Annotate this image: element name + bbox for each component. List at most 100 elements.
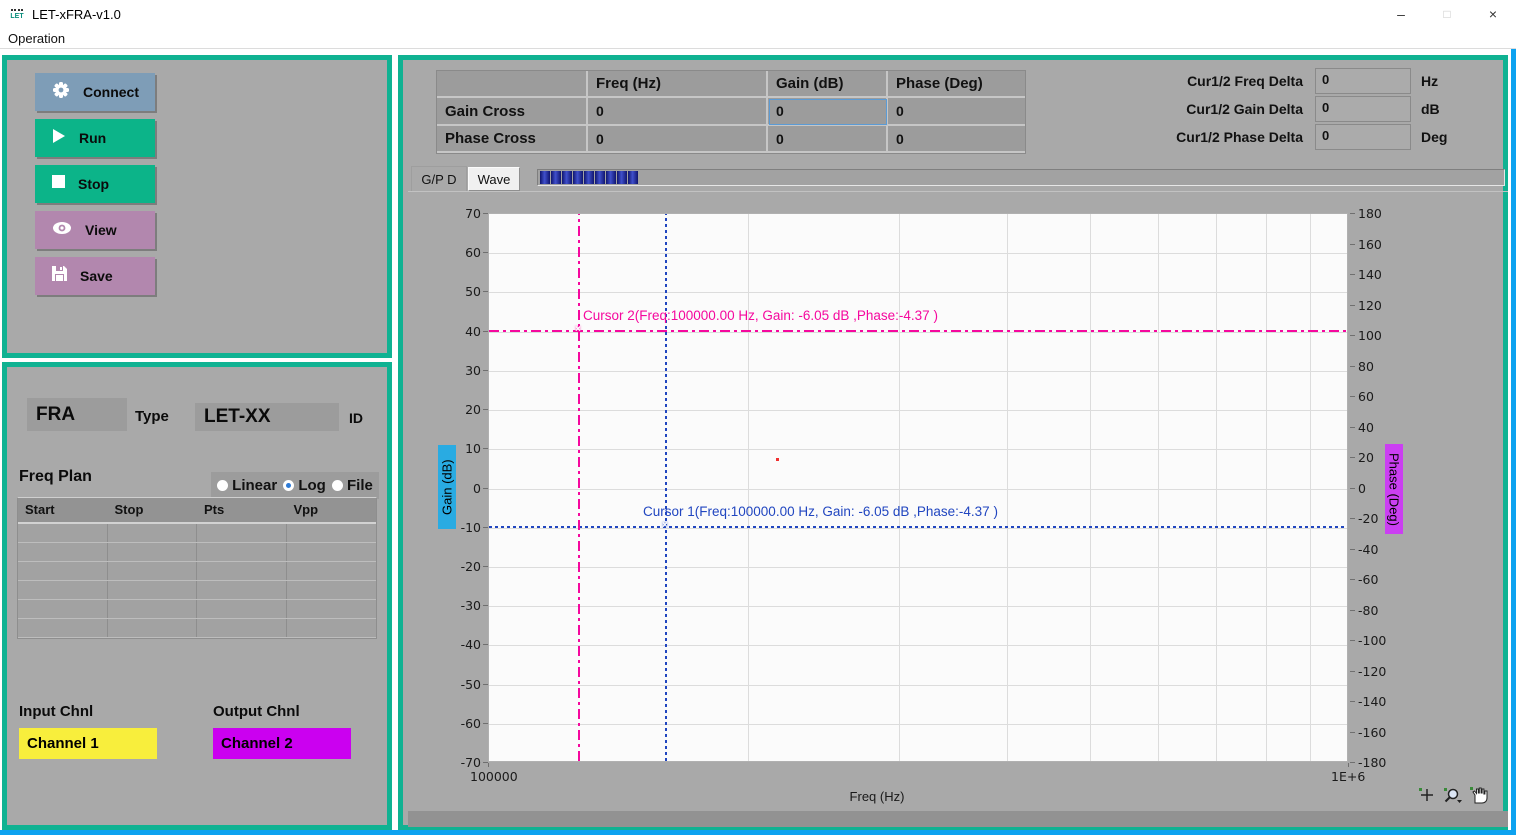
cross-table-row-label: Gain Cross: [437, 98, 588, 126]
freq-plan-cell[interactable]: [197, 543, 287, 561]
freq-plan-cell[interactable]: [18, 562, 108, 580]
freq-plan-cell[interactable]: [18, 619, 108, 637]
cursor-2-vline[interactable]: [578, 214, 580, 761]
device-type-field[interactable]: FRA: [27, 398, 127, 431]
cross-table-cell[interactable]: 0: [888, 98, 1025, 126]
zoom-tool-icon[interactable]: [1442, 786, 1464, 809]
floppy-icon: [52, 266, 67, 286]
h-gridline: [489, 449, 1347, 450]
freq-plan-cell[interactable]: [197, 581, 287, 599]
eye-icon: [52, 221, 72, 240]
stop-button[interactable]: Stop: [35, 165, 155, 203]
freq-plan-cell[interactable]: [108, 581, 198, 599]
freq-plan-cell[interactable]: [287, 562, 377, 580]
progress-segment: [617, 171, 627, 184]
cross-table-cell[interactable]: 0: [588, 126, 768, 153]
close-button[interactable]: ×: [1470, 0, 1516, 28]
freq-plan-cell[interactable]: [108, 619, 198, 637]
cross-table-col-header: Gain (dB): [768, 71, 888, 98]
freq-plan-cell[interactable]: [18, 543, 108, 561]
minimize-button[interactable]: –: [1378, 0, 1424, 28]
pan-tool-icon[interactable]: [1469, 786, 1489, 809]
freq-plan-cell[interactable]: [197, 619, 287, 637]
phase-tick-label: 60: [1358, 389, 1374, 404]
freq-plan-cell[interactable]: [287, 524, 377, 542]
freq-plan-cell[interactable]: [287, 619, 377, 637]
phase-tick-label: 20: [1358, 450, 1374, 465]
freq-plan-cell[interactable]: [287, 581, 377, 599]
freq-tick-mark: [488, 763, 489, 767]
phase-tick-mark: [1350, 762, 1355, 763]
tab-wave[interactable]: Wave: [468, 167, 520, 191]
gain-tick-label: -10: [445, 520, 481, 535]
device-id-field[interactable]: LET-XX: [195, 403, 339, 431]
freq-plan-cell[interactable]: [108, 562, 198, 580]
view-button[interactable]: View: [35, 211, 155, 249]
freq-plan-cell[interactable]: [287, 543, 377, 561]
freq-plan-cell[interactable]: [108, 524, 198, 542]
tab-gpd[interactable]: G/P D: [411, 166, 467, 192]
freq-plan-cell[interactable]: [287, 600, 377, 618]
freq-plan-row: [18, 600, 376, 619]
output-channel-selector[interactable]: Channel 2: [213, 728, 351, 759]
phase-tick-mark: [1350, 701, 1355, 702]
cross-table-cell[interactable]: 0: [588, 98, 768, 126]
cursor-1-hline[interactable]: [489, 526, 1347, 528]
v-gridline: [1090, 214, 1091, 761]
maximize-button[interactable]: □: [1424, 0, 1470, 28]
input-channel-selector[interactable]: Channel 1: [19, 728, 157, 759]
radio-linear[interactable]: Linear: [217, 477, 277, 494]
cross-table-cell[interactable]: 0: [768, 126, 888, 153]
cursor-marker[interactable]: ×: [662, 520, 668, 531]
gain-tick-mark: [483, 331, 488, 332]
phase-tick-label: 80: [1358, 359, 1374, 374]
cross-table-cell[interactable]: 0: [888, 126, 1025, 153]
freq-plan-cell[interactable]: [197, 524, 287, 542]
freq-plan-cell[interactable]: [18, 581, 108, 599]
crosshair-tool-icon[interactable]: [1417, 786, 1437, 809]
radio-dot-log: [283, 480, 294, 491]
freq-plan-cell[interactable]: [197, 562, 287, 580]
cross-table-corner: [437, 71, 588, 98]
freq-plan-cell[interactable]: [197, 600, 287, 618]
phase-tick-mark: [1350, 610, 1355, 611]
phase-tick-label: 0: [1358, 481, 1366, 496]
phase-tick-mark: [1350, 488, 1355, 489]
phase-axis-label[interactable]: Phase (Deg): [1385, 444, 1403, 534]
freq-plan-row: [18, 562, 376, 581]
freq-plan-cell[interactable]: [18, 524, 108, 542]
cursor-marker[interactable]: ×: [575, 324, 581, 335]
gain-tick-mark: [483, 409, 488, 410]
phase-tick-mark: [1350, 427, 1355, 428]
connect-button[interactable]: Connect: [35, 73, 155, 111]
cursor-2-label: Cursor 2(Freq:100000.00 Hz, Gain: -6.05 …: [583, 308, 938, 323]
radio-dot-linear: [217, 480, 228, 491]
gain-tick-label: -20: [445, 559, 481, 574]
freq-plan-cell[interactable]: [108, 600, 198, 618]
phase-tick-label: 120: [1358, 298, 1382, 313]
plot-area[interactable]: Cursor 1(Freq:100000.00 Hz, Gain: -6.05 …: [488, 213, 1348, 762]
gain-tick-label: -50: [445, 677, 481, 692]
gain-tick-mark: [483, 527, 488, 528]
cursor-1-vline[interactable]: [665, 214, 667, 761]
freq-plan-cell[interactable]: [18, 600, 108, 618]
gain-tick-label: 0: [445, 481, 481, 496]
radio-file[interactable]: File: [332, 477, 373, 494]
run-button[interactable]: Run: [35, 119, 155, 157]
main-panel: Freq (Hz)Gain (dB)Phase (Deg)Gain Cross0…: [398, 55, 1508, 830]
cross-table-cell[interactable]: 0: [768, 98, 888, 126]
save-button[interactable]: Save: [35, 257, 155, 295]
v-gridline: [1158, 214, 1159, 761]
freq-plan-cell[interactable]: [108, 543, 198, 561]
progress-segment: [551, 171, 561, 184]
stop-icon: [52, 175, 65, 193]
stop-button-label: Stop: [78, 176, 109, 192]
gain-tick-mark: [483, 213, 488, 214]
cursor-delta-value: 0: [1315, 68, 1411, 94]
gain-tick-label: 50: [445, 284, 481, 299]
radio-log[interactable]: Log: [283, 477, 326, 494]
cursor-delta-value: 0: [1315, 96, 1411, 122]
cursor-2-hline[interactable]: [489, 330, 1347, 332]
gain-tick-label: -40: [445, 637, 481, 652]
menu-operation[interactable]: Operation: [8, 31, 65, 46]
